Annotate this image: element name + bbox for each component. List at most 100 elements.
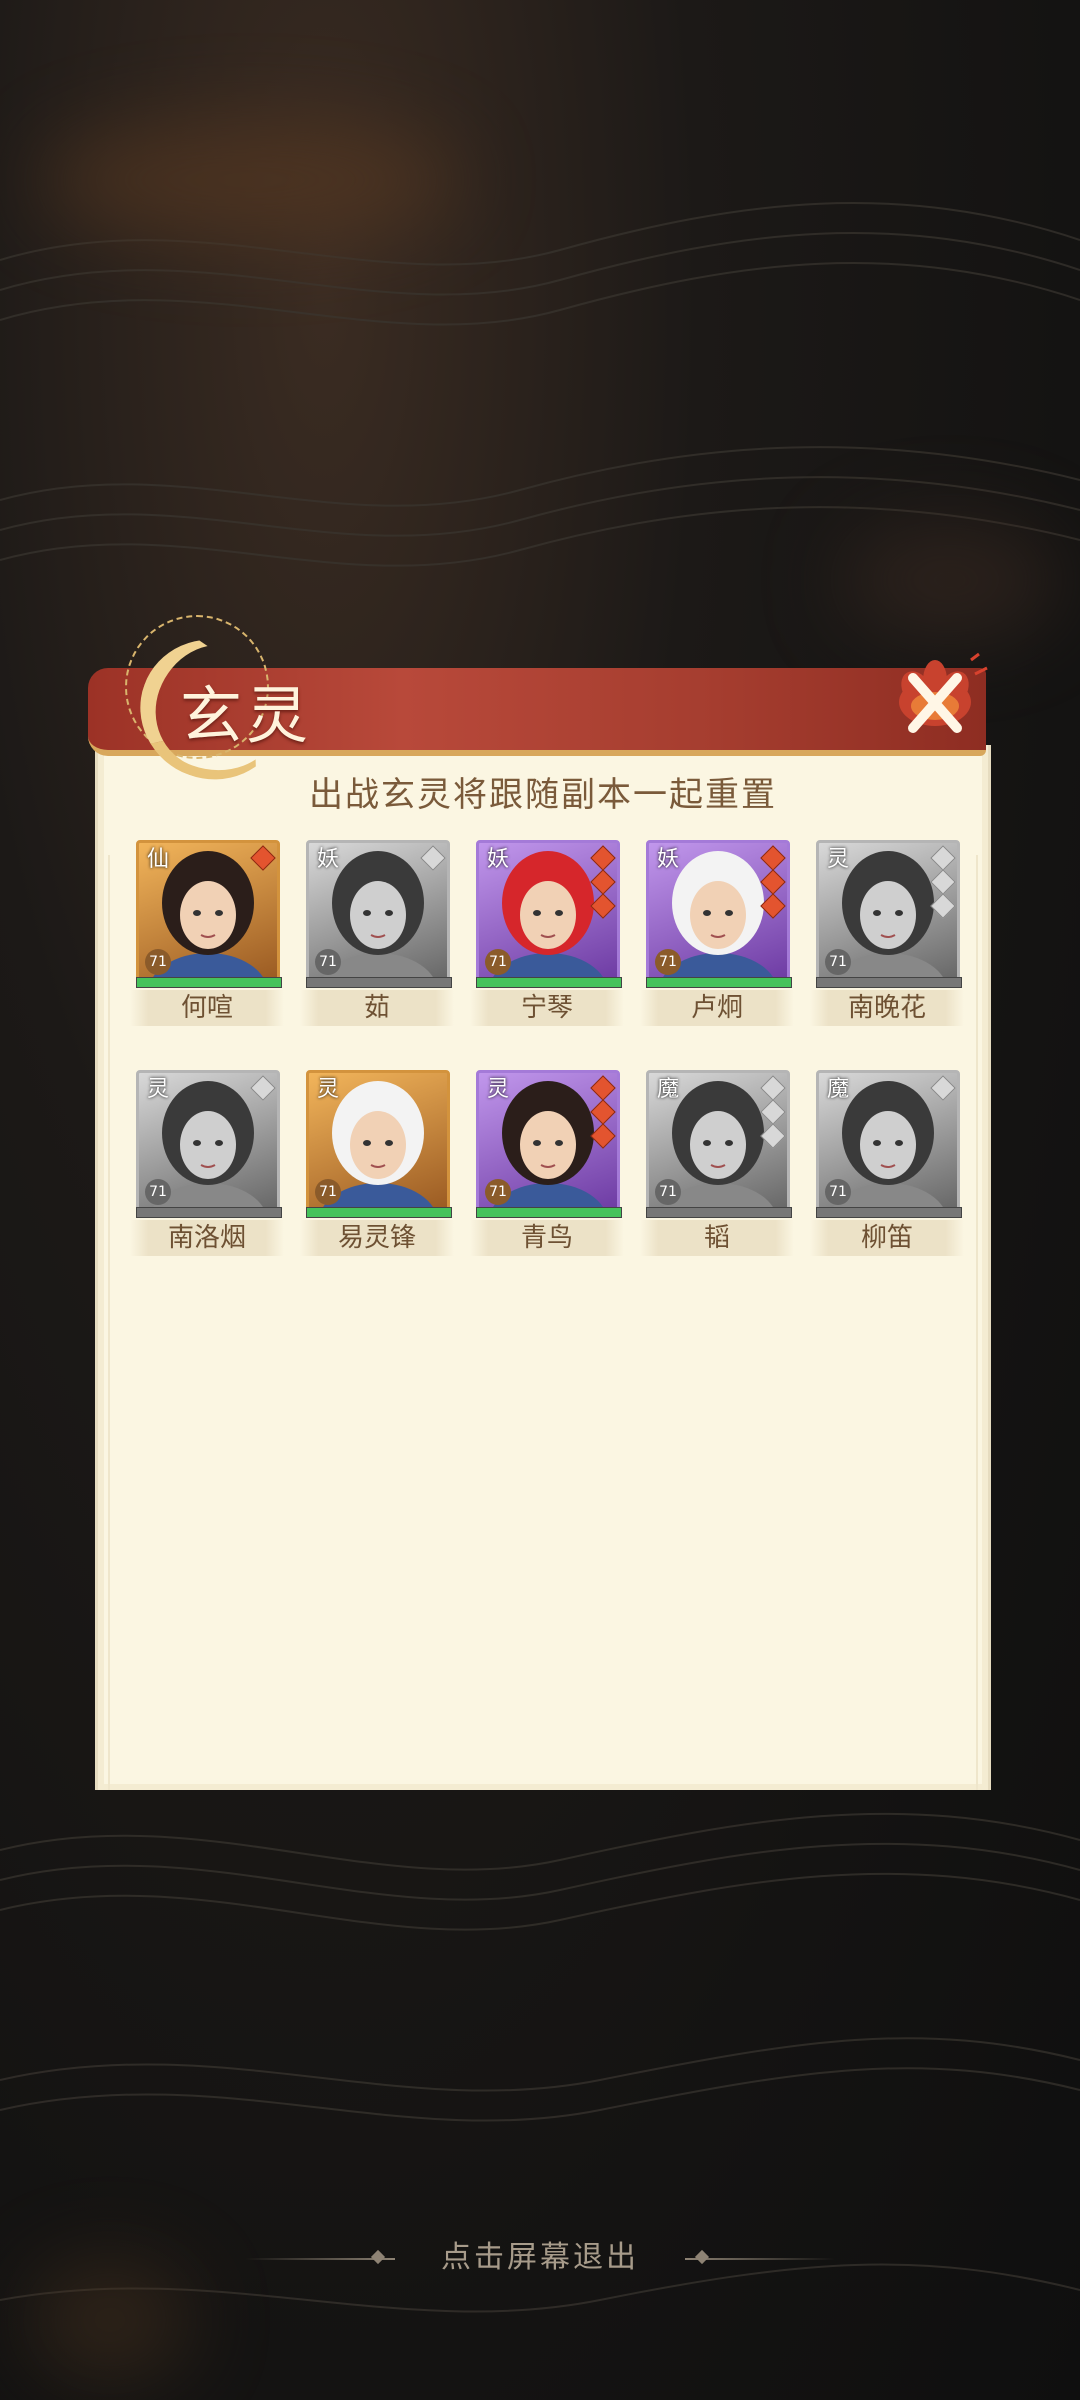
character-card[interactable]: 灵 71 南洛烟 xyxy=(130,1070,284,1270)
hp-bar xyxy=(136,977,282,988)
gem-icon xyxy=(590,869,616,895)
character-name: 易灵锋 xyxy=(300,1220,454,1256)
character-portrait: 灵 71 xyxy=(476,1070,620,1214)
gem-icon xyxy=(590,1123,616,1149)
level-badge: 71 xyxy=(145,1179,171,1205)
character-portrait: 魔 71 xyxy=(646,1070,790,1214)
character-card[interactable]: 妖 71 茹 xyxy=(300,840,454,1040)
character-card[interactable]: 灵 71 易灵锋 xyxy=(300,1070,454,1270)
xuanling-panel: 出战玄灵将跟随副本一起重置 仙 71 何喧妖 71 茹妖 71 宁琴妖 71 卢炯灵 71 南晚花灵… xyxy=(95,745,991,1790)
level-badge: 71 xyxy=(655,949,681,975)
gem-slots xyxy=(930,845,956,921)
gem-slots xyxy=(760,845,786,921)
character-name: 宁琴 xyxy=(470,990,624,1026)
character-card[interactable]: 魔 71 柳笛 xyxy=(810,1070,964,1270)
hp-bar xyxy=(306,977,452,988)
gem-slots xyxy=(590,845,616,921)
character-name: 青鸟 xyxy=(470,1220,624,1256)
gem-icon xyxy=(250,845,276,871)
hp-bar xyxy=(816,1207,962,1218)
character-card[interactable]: 仙 71 何喧 xyxy=(130,840,284,1040)
hp-bar xyxy=(476,1207,622,1218)
hp-bar-fill xyxy=(137,978,281,987)
character-name: 南洛烟 xyxy=(130,1220,284,1256)
background-glow xyxy=(40,120,460,240)
background-glow xyxy=(30,2260,190,2380)
hp-bar-fill xyxy=(477,1208,621,1217)
gem-icon xyxy=(590,893,616,919)
hp-bar xyxy=(646,1207,792,1218)
gem-icon xyxy=(930,893,956,919)
character-portrait: 妖 71 xyxy=(476,840,620,984)
faction-badge: 妖 xyxy=(656,847,679,872)
character-name: 韬 xyxy=(640,1220,794,1256)
gem-icon xyxy=(760,869,786,895)
level-badge: 71 xyxy=(145,949,171,975)
gem-icon xyxy=(930,869,956,895)
background-glow xyxy=(840,520,1060,640)
character-portrait: 灵 71 xyxy=(816,840,960,984)
character-card[interactable]: 灵 71 青鸟 xyxy=(470,1070,624,1270)
gem-icon xyxy=(590,845,616,871)
level-badge: 71 xyxy=(825,949,851,975)
character-portrait: 妖 71 xyxy=(646,840,790,984)
gem-slots xyxy=(930,1075,956,1103)
faction-badge: 灵 xyxy=(486,1077,509,1102)
character-portrait: 灵 71 xyxy=(306,1070,450,1214)
hp-bar-fill xyxy=(647,978,791,987)
faction-badge: 灵 xyxy=(826,847,849,872)
character-name: 何喧 xyxy=(130,990,284,1026)
close-button[interactable] xyxy=(875,650,995,750)
faction-badge: 妖 xyxy=(316,847,339,872)
level-badge: 71 xyxy=(485,1179,511,1205)
dialog-title: 玄灵 xyxy=(180,679,313,752)
gem-icon xyxy=(760,1099,786,1125)
character-portrait: 妖 71 xyxy=(306,840,450,984)
hint-divider-right xyxy=(685,2258,835,2260)
gem-icon xyxy=(930,1075,956,1101)
gem-icon xyxy=(590,1099,616,1125)
gem-slots xyxy=(590,1075,616,1151)
gem-slots xyxy=(420,845,446,873)
gem-icon xyxy=(760,845,786,871)
character-portrait: 魔 71 xyxy=(816,1070,960,1214)
gem-icon xyxy=(760,1075,786,1101)
faction-badge: 魔 xyxy=(656,1077,679,1102)
character-card[interactable]: 灵 71 南晚花 xyxy=(810,840,964,1040)
close-icon xyxy=(899,652,988,733)
faction-badge: 魔 xyxy=(826,1077,849,1102)
hp-bar xyxy=(306,1207,452,1218)
character-name: 南晚花 xyxy=(810,990,964,1026)
gem-slots xyxy=(250,845,276,873)
level-badge: 71 xyxy=(485,949,511,975)
character-card[interactable]: 妖 71 卢炯 xyxy=(640,840,794,1040)
hp-bar-fill xyxy=(477,978,621,987)
faction-badge: 仙 xyxy=(146,847,169,872)
hp-bar xyxy=(136,1207,282,1218)
character-card[interactable]: 魔 71 韬 xyxy=(640,1070,794,1270)
faction-badge: 灵 xyxy=(316,1077,339,1102)
level-badge: 71 xyxy=(315,1179,341,1205)
character-name: 茹 xyxy=(300,990,454,1026)
character-name: 卢炯 xyxy=(640,990,794,1026)
hp-bar xyxy=(646,977,792,988)
gem-slots xyxy=(250,1075,276,1103)
hp-bar xyxy=(476,977,622,988)
gem-icon xyxy=(250,1075,276,1101)
level-badge: 71 xyxy=(825,1179,851,1205)
faction-badge: 妖 xyxy=(486,847,509,872)
gem-slots xyxy=(760,1075,786,1151)
gem-icon xyxy=(590,1075,616,1101)
gem-icon xyxy=(760,1123,786,1149)
level-badge: 71 xyxy=(655,1179,681,1205)
character-card[interactable]: 妖 71 宁琴 xyxy=(470,840,624,1040)
faction-badge: 灵 xyxy=(146,1077,169,1102)
character-portrait: 灵 71 xyxy=(136,1070,280,1214)
exit-hint[interactable]: 点击屏幕退出 xyxy=(0,2232,1080,2276)
character-name: 柳笛 xyxy=(810,1220,964,1256)
character-portrait: 仙 71 xyxy=(136,840,280,984)
gem-icon xyxy=(420,845,446,871)
hp-bar xyxy=(816,977,962,988)
gem-icon xyxy=(930,845,956,871)
gem-icon xyxy=(760,893,786,919)
